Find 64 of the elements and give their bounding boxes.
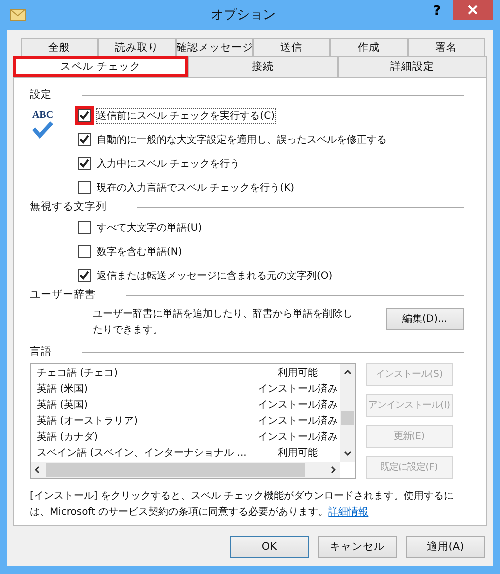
language-status: 利用可能	[277, 366, 319, 380]
details-link[interactable]: 詳細情報	[328, 507, 369, 518]
tab[interactable]: 全般	[21, 38, 98, 56]
checkbox-label[interactable]: 返信または転送メッセージに含まれる元の文字列(O)	[97, 268, 333, 282]
footer-text: [インストール] をクリックすると、スペル チェック機能がダウンロードされます。使用するには、Microsoft のサービス契約の条項に同意する必要があります。詳細情報	[30, 490, 456, 520]
language-name[interactable]: 英語 (オーストラリア)	[37, 414, 255, 428]
checkbox-label[interactable]: すべて大文字の単語(U)	[97, 220, 202, 234]
scroll-left-icon[interactable]	[35, 466, 40, 474]
checkbox-label[interactable]: 送信前にスペル チェックを実行する(C)	[97, 108, 275, 122]
group-heading: ユーザー辞書	[30, 288, 96, 302]
tab[interactable]: 送信	[252, 38, 330, 56]
checkmark-icon	[32, 121, 54, 139]
checkbox[interactable]	[78, 245, 91, 258]
language-name[interactable]: 英語 (カナダ)	[37, 430, 255, 444]
tab[interactable]: スペル チェック	[13, 56, 188, 77]
tab[interactable]: 接続	[188, 56, 338, 77]
checkbox-label[interactable]: 自動的に一般的な大文字設定を適用し、誤ったスペルを修正する	[97, 132, 387, 146]
vertical-scrollbar[interactable]	[340, 364, 355, 462]
group-heading: 無視する文字列	[30, 200, 107, 214]
tab[interactable]: 詳細設定	[338, 56, 487, 77]
scroll-right-icon[interactable]	[331, 466, 336, 474]
checkbox-label[interactable]: 現在の入力言語でスペル チェックを行う(K)	[97, 180, 295, 194]
language-status: インストール済み	[257, 398, 339, 412]
checkbox-label[interactable]: 入力中にスペル チェックを行う	[97, 156, 240, 170]
check-icon	[79, 158, 90, 169]
envelope-icon	[10, 8, 26, 22]
scroll-thumb[interactable]	[46, 463, 305, 477]
window-title: オプション	[210, 7, 278, 24]
tab[interactable]: 署名	[408, 38, 485, 56]
language-name[interactable]: チェコ語 (チェコ)	[37, 366, 255, 380]
spellcheck-label: ABC	[32, 110, 54, 121]
close-icon	[468, 5, 478, 15]
check-icon	[79, 110, 90, 121]
horizontal-scrollbar[interactable]	[31, 462, 340, 478]
checkbox[interactable]	[78, 269, 91, 282]
check-icon	[79, 270, 90, 281]
checkbox[interactable]	[78, 181, 91, 194]
group-heading: 設定	[30, 88, 52, 102]
checkbox[interactable]	[78, 133, 91, 146]
checkbox-label[interactable]: 数字を含む単語(N)	[97, 244, 182, 258]
language-status: インストール済み	[257, 382, 339, 396]
checkbox[interactable]	[78, 157, 91, 170]
close-button[interactable]	[453, 0, 493, 20]
checkbox[interactable]	[78, 221, 91, 234]
scroll-up-icon[interactable]	[344, 370, 352, 375]
group-heading: 言語	[30, 345, 52, 359]
dialog-button[interactable]: 適用(A)	[406, 536, 485, 558]
language-name[interactable]: スペイン語 (スペイン、インターナショナル ...	[37, 446, 255, 460]
checkbox[interactable]	[78, 109, 91, 122]
check-icon	[79, 134, 90, 145]
edit-button[interactable]: 編集(D)...	[386, 308, 464, 330]
dialog-button[interactable]: OK	[230, 536, 309, 558]
language-status: インストール済み	[257, 414, 339, 428]
language-name[interactable]: 英語 (米国)	[37, 382, 255, 396]
language-status: インストール済み	[257, 430, 339, 444]
tab[interactable]: 読み取り	[98, 38, 176, 56]
description-text: ユーザー辞書に単語を追加したり、辞書から単語を削除したりできます。	[93, 308, 354, 338]
dialog-button[interactable]: キャンセル	[318, 536, 397, 558]
scroll-down-icon[interactable]	[344, 451, 352, 456]
scroll-thumb[interactable]	[341, 411, 354, 425]
tab[interactable]: 作成	[330, 38, 408, 56]
help-button[interactable]: ?	[421, 4, 453, 19]
language-name[interactable]: 英語 (英国)	[37, 398, 255, 412]
language-status: 利用可能	[277, 446, 319, 460]
